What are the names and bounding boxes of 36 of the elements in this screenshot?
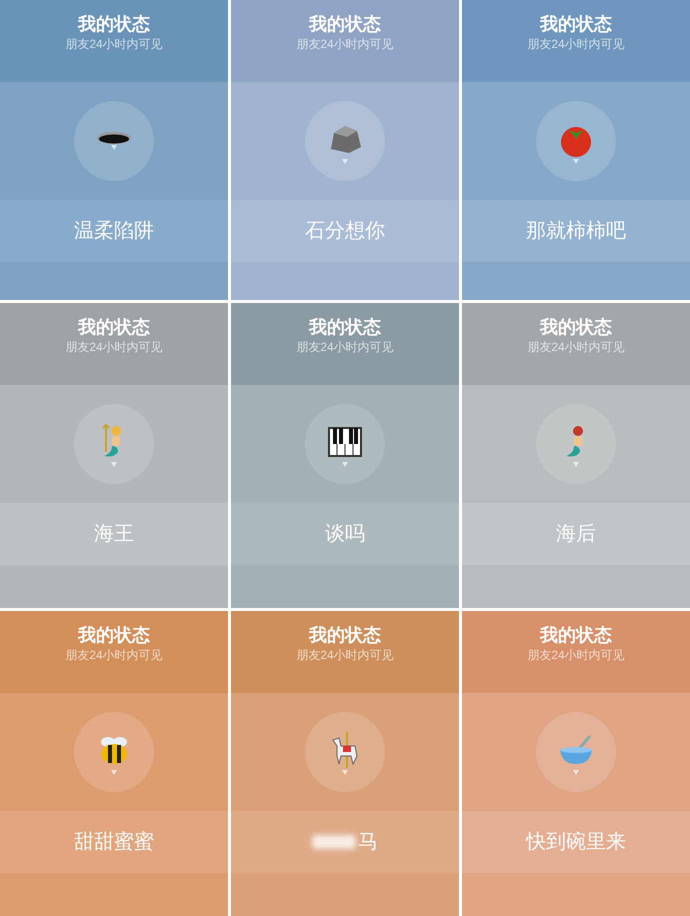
status-text: 海后 bbox=[556, 522, 596, 547]
page-title: 我的状态 bbox=[540, 13, 612, 36]
status-text: 石分想你 bbox=[305, 219, 385, 244]
visibility-note: 朋友24小时内可见 bbox=[527, 647, 625, 663]
caret-icon bbox=[342, 158, 348, 164]
status-text: 快到碗里来 bbox=[526, 830, 626, 855]
page-title: 我的状态 bbox=[309, 13, 381, 36]
visibility-note: 朋友24小时内可见 bbox=[527, 339, 625, 355]
status-text: 马 bbox=[358, 830, 378, 855]
page-title: 我的状态 bbox=[78, 13, 150, 36]
caret-icon bbox=[573, 462, 579, 466]
visibility-note: 朋友24小时内可见 bbox=[65, 647, 163, 663]
page-title: 我的状态 bbox=[78, 316, 150, 339]
visibility-note: 朋友24小时内可见 bbox=[527, 36, 625, 52]
hole-icon bbox=[96, 132, 132, 145]
visibility-note: 朋友24小时内可见 bbox=[65, 36, 163, 52]
visibility-note: 朋友24小时内可见 bbox=[296, 647, 394, 663]
visibility-note: 朋友24小时内可见 bbox=[296, 339, 394, 355]
page-title: 我的状态 bbox=[309, 316, 381, 339]
status-text: 温柔陷阱 bbox=[74, 219, 154, 244]
caret-icon bbox=[342, 462, 348, 466]
caret-icon bbox=[342, 770, 348, 774]
page-title: 我的状态 bbox=[309, 624, 381, 647]
status-text: 谈吗 bbox=[325, 522, 365, 547]
page-title: 我的状态 bbox=[540, 624, 612, 647]
status-text: 甜甜蜜蜜 bbox=[74, 830, 154, 855]
caret-icon bbox=[111, 770, 117, 774]
status-text: 海王 bbox=[94, 522, 134, 547]
status-text: 那就柿柿吧 bbox=[526, 219, 626, 244]
visibility-note: 朋友24小时内可见 bbox=[296, 36, 394, 52]
caret-icon bbox=[573, 770, 579, 774]
visibility-note: 朋友24小时内可见 bbox=[65, 339, 163, 355]
caret-icon bbox=[573, 158, 579, 164]
page-title: 我的状态 bbox=[78, 624, 150, 647]
caret-icon bbox=[111, 462, 117, 466]
page-title: 我的状态 bbox=[540, 316, 612, 339]
